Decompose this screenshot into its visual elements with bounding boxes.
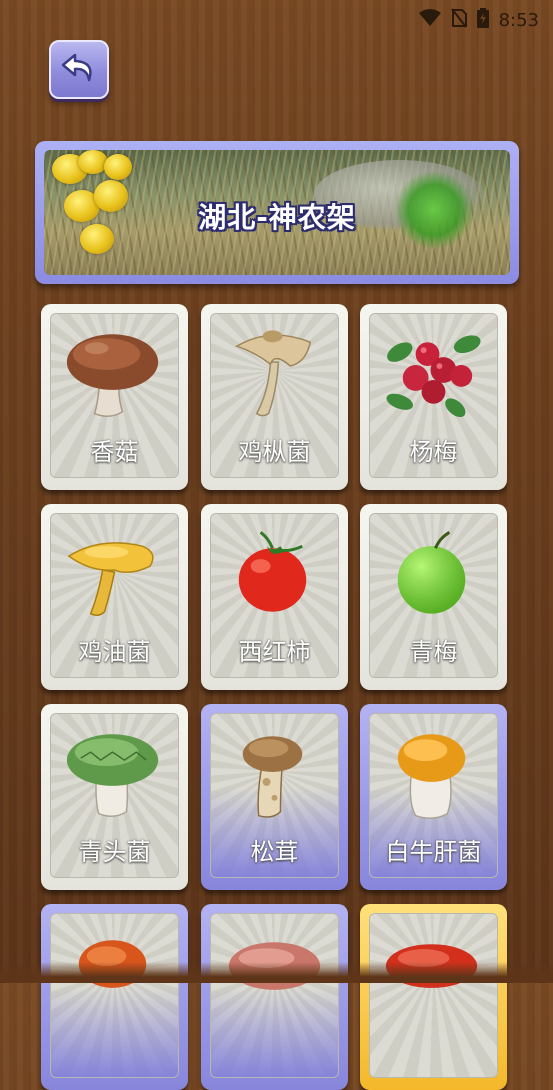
- back-button[interactable]: [49, 40, 109, 99]
- item-label: 白牛肝菌: [385, 838, 482, 866]
- shiitake-mushroom-icon: [51, 322, 178, 422]
- banner-title: 湖北-神农架: [198, 201, 356, 234]
- porcini-icon: [370, 722, 497, 822]
- item-card-orange-mushroom[interactable]: [41, 904, 188, 1090]
- item-label: 青梅: [409, 638, 458, 666]
- item-card-green-cap-mushroom[interactable]: 青头菌: [41, 704, 188, 890]
- item-card-shiitake[interactable]: 香菇: [41, 304, 188, 490]
- item-label: 鸡油菌: [78, 638, 151, 666]
- bayberry-icon: [370, 322, 497, 422]
- item-label: 香菇: [90, 438, 139, 466]
- scroll-fade: [0, 962, 553, 983]
- matsutake-icon: [211, 722, 338, 822]
- item-card-matsutake[interactable]: 松茸: [201, 704, 348, 890]
- item-label: 西红柿: [238, 638, 311, 666]
- green-plum-icon: [370, 522, 497, 622]
- item-label: 青头菌: [78, 838, 151, 866]
- termite-mushroom-icon: [211, 322, 338, 422]
- wifi-icon: [418, 9, 441, 31]
- item-card-tomato[interactable]: 西红柿: [201, 504, 348, 690]
- green-cap-mushroom-icon: [51, 722, 178, 822]
- banner-scene-image: 湖北-神农架: [44, 150, 510, 275]
- back-arrow-icon: [61, 52, 97, 88]
- tomato-icon: [211, 522, 338, 622]
- item-label: 鸡枞菌: [238, 438, 311, 466]
- item-card-bayberry[interactable]: 杨梅: [360, 304, 507, 490]
- no-sim-icon: [450, 8, 467, 32]
- region-banner: 湖北-神农架: [35, 141, 519, 284]
- item-card-chanterelle[interactable]: 鸡油菌: [41, 504, 188, 690]
- status-bar: 8:53: [0, 0, 553, 38]
- chanterelle-icon: [51, 522, 178, 622]
- status-icons: 8:53: [418, 8, 539, 32]
- item-card-pink-mushroom[interactable]: [201, 904, 348, 1090]
- item-card-red-mushroom[interactable]: [360, 904, 507, 1090]
- item-card-green-plum[interactable]: 青梅: [360, 504, 507, 690]
- status-time: 8:53: [498, 9, 539, 31]
- item-card-termite-mushroom[interactable]: 鸡枞菌: [201, 304, 348, 490]
- item-label: 松茸: [250, 838, 299, 866]
- battery-icon: [476, 8, 489, 32]
- item-label: 杨梅: [409, 438, 458, 466]
- item-card-porcini[interactable]: 白牛肝菌: [360, 704, 507, 890]
